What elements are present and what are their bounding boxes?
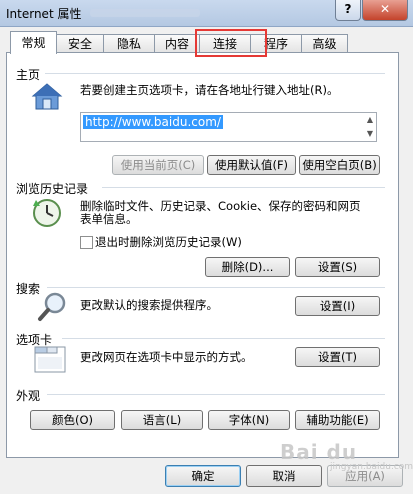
history-settings-button[interactable]: 设置(S) xyxy=(295,257,380,277)
accessibility-button[interactable]: 辅助功能(E) xyxy=(295,410,380,430)
tabs-section-divider xyxy=(62,338,385,339)
delete-history-button[interactable]: 删除(D)... xyxy=(205,257,290,277)
tabs-window-icon xyxy=(33,343,67,377)
tab-advanced[interactable]: 高级 xyxy=(301,34,348,53)
languages-button[interactable]: 语言(L) xyxy=(121,410,203,430)
tab-privacy[interactable]: 隐私 xyxy=(103,34,155,53)
appearance-divider xyxy=(47,394,385,395)
tab-highlight-box xyxy=(195,29,267,57)
use-current-page-button[interactable]: 使用当前页(C) xyxy=(112,155,204,175)
tabs-settings-button[interactable]: 设置(T) xyxy=(295,347,380,367)
cancel-button[interactable]: 取消 xyxy=(246,465,322,487)
history-description-line1: 删除临时文件、历史记录、Cookie、保存的密码和网页 xyxy=(80,199,361,213)
history-title: 浏览历史记录 xyxy=(16,182,89,196)
tabs-section-description: 更改网页在选项卡中显示的方式。 xyxy=(80,350,253,364)
baidu-watermark-url: jingyan.baidu.com xyxy=(330,462,413,472)
history-description-line2: 表单信息。 xyxy=(80,212,138,226)
history-clock-icon xyxy=(30,196,64,230)
close-button[interactable]: ✕ xyxy=(362,0,408,21)
ok-button[interactable]: 确定 xyxy=(165,465,241,487)
homepage-description: 若要创建主页选项卡，请在各地址行键入地址(R)。 xyxy=(80,83,339,97)
baidu-watermark: Bai du xyxy=(280,440,358,464)
homepage-divider xyxy=(45,73,385,74)
use-blank-button[interactable]: 使用空白页(B) xyxy=(299,155,380,175)
search-settings-button[interactable]: 设置(I) xyxy=(295,296,380,316)
tab-content[interactable]: 内容 xyxy=(154,34,200,53)
tab-general[interactable]: 常规 xyxy=(10,31,57,54)
history-divider xyxy=(102,187,385,188)
help-button[interactable]: ? xyxy=(335,0,361,21)
tab-security[interactable]: 安全 xyxy=(56,34,104,53)
window-title: Internet 属性 xyxy=(6,7,82,21)
search-description: 更改默认的搜索提供程序。 xyxy=(80,298,218,312)
colors-button[interactable]: 颜色(O) xyxy=(30,410,115,430)
delete-on-exit-label: 退出时删除浏览历史记录(W) xyxy=(95,235,242,249)
scroll-down-icon[interactable]: ▼ xyxy=(364,127,376,140)
title-decoration xyxy=(90,9,200,17)
home-icon xyxy=(30,80,64,114)
fonts-button[interactable]: 字体(N) xyxy=(208,410,290,430)
search-icon xyxy=(36,290,70,324)
appearance-title: 外观 xyxy=(16,389,41,403)
use-default-button[interactable]: 使用默认值(F) xyxy=(207,155,296,175)
homepage-url-text: http://www.baidu.com/ xyxy=(83,115,223,129)
delete-on-exit-checkbox[interactable] xyxy=(80,236,93,249)
scroll-up-icon[interactable]: ▲ xyxy=(364,113,376,126)
search-divider xyxy=(47,287,385,288)
homepage-url-field[interactable]: http://www.baidu.com/ ▲ ▼ xyxy=(80,112,377,142)
